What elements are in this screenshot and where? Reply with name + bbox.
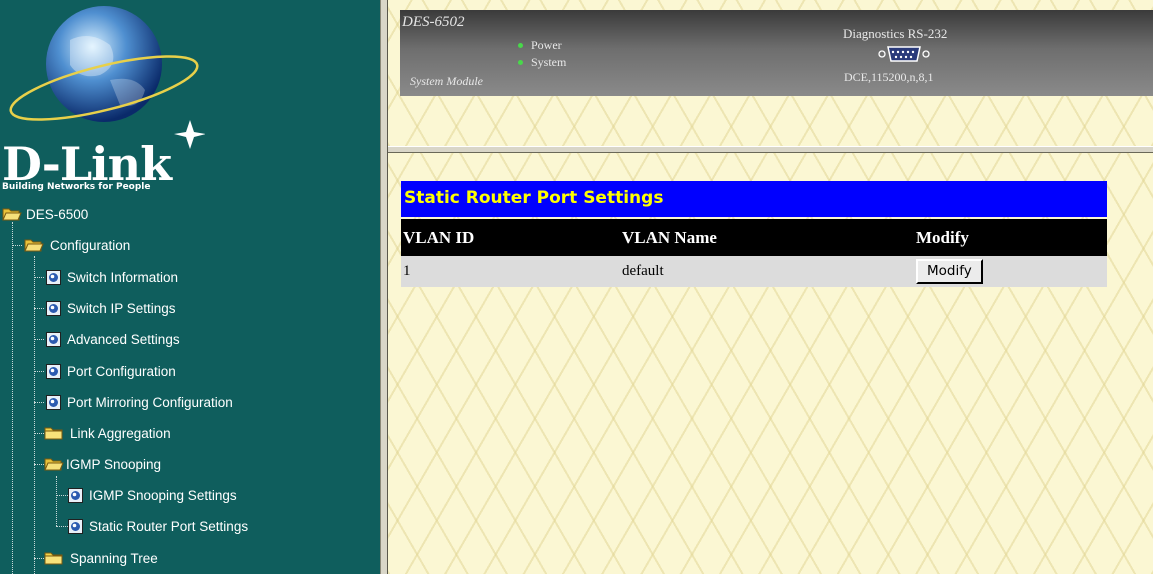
tree-item-igmp-snooping-settings[interactable]: IGMP Snooping Settings	[68, 484, 237, 506]
tree-item-label: Port Configuration	[67, 363, 176, 379]
modify-button[interactable]: Modify	[916, 259, 983, 284]
tree-item-switch-information[interactable]: Switch Information	[46, 266, 178, 288]
folder-closed-icon	[44, 551, 64, 565]
tree-item-label: Spanning Tree	[70, 550, 158, 566]
tree-item-label: Port Mirroring Configuration	[67, 394, 233, 410]
system-led: System	[518, 55, 566, 70]
folder-open-icon	[24, 238, 44, 252]
tree-connector	[34, 339, 44, 340]
tree-item-port-configuration[interactable]: Port Configuration	[46, 360, 176, 382]
led-icon	[518, 60, 523, 65]
logo-wordmark: D-Link	[2, 137, 172, 191]
dlink-logo: D-Link Building Networks for People	[0, 0, 206, 199]
tree-connector	[56, 526, 68, 527]
tree-item-label: Static Router Port Settings	[89, 518, 249, 534]
page-icon	[68, 518, 83, 534]
page-icon	[68, 487, 83, 503]
page-icon	[46, 394, 61, 410]
column-header-vlan-id: VLAN ID	[401, 219, 620, 256]
folder-open-icon	[2, 207, 22, 221]
tree-connector	[34, 277, 44, 278]
tree-connector	[12, 245, 22, 246]
page-icon	[46, 331, 61, 347]
tree-item-label: IGMP Snooping	[66, 456, 162, 472]
page-icon	[46, 363, 61, 379]
logo-tagline: Building Networks for People	[2, 182, 151, 192]
tree-item-spanning-tree[interactable]: Spanning Tree	[44, 547, 158, 569]
content-frame: Static Router Port Settings VLAN ID VLAN…	[388, 153, 1153, 574]
tree-connector	[56, 495, 68, 496]
device-model: DES-6502	[402, 14, 465, 30]
cell-vlan-name: default	[620, 256, 914, 287]
system-module-panel: DES-6502 Power System System Module Diag…	[400, 10, 1153, 96]
tree-connector	[56, 476, 57, 526]
device-panel-frame: DES-6502 Power System System Module Diag…	[388, 0, 1153, 146]
tree-item-label: Switch IP Settings	[67, 300, 176, 316]
system-led-label: System	[531, 55, 567, 69]
folder-closed-icon	[44, 426, 64, 440]
tree-item-switch-ip-settings[interactable]: Switch IP Settings	[46, 297, 176, 319]
tree-item-port-mirroring-configuration[interactable]: Port Mirroring Configuration	[46, 391, 233, 413]
tree-connector	[34, 308, 44, 309]
tree-item-label: DES-6500	[26, 206, 89, 222]
tree-item-label: IGMP Snooping Settings	[89, 487, 237, 503]
table-row: 1 default Modify	[401, 256, 1107, 287]
folder-open-icon	[44, 457, 64, 471]
tree-connector	[34, 558, 44, 559]
power-led: Power	[518, 38, 562, 53]
tree-item-des-6500[interactable]: DES-6500	[2, 203, 88, 225]
diagnostics-label: Diagnostics RS-232	[843, 26, 948, 41]
serial-settings: DCE,115200,n,8,1	[844, 70, 934, 84]
page-title: Static Router Port Settings	[401, 181, 1107, 217]
power-led-label: Power	[531, 38, 562, 52]
static-router-port-table: VLAN ID VLAN Name Modify 1 default Modif…	[401, 219, 1107, 287]
column-header-vlan-name: VLAN Name	[620, 219, 914, 256]
rs232-port-icon	[878, 44, 930, 64]
frame-divider-horizontal[interactable]	[388, 146, 1153, 153]
page-icon	[46, 300, 61, 316]
tree-item-label: Link Aggregation	[70, 425, 171, 441]
page-icon	[46, 269, 61, 285]
column-header-modify: Modify	[914, 219, 1107, 256]
tree-item-configuration[interactable]: Configuration	[24, 234, 130, 256]
tree-item-label: Switch Information	[67, 269, 179, 285]
tree-connector	[34, 371, 44, 372]
tree-connector	[34, 464, 44, 465]
tree-connector	[12, 222, 13, 574]
tree-item-label: Configuration	[50, 237, 131, 253]
tree-item-link-aggregation[interactable]: Link Aggregation	[44, 422, 171, 444]
led-icon	[518, 43, 523, 48]
tree-connector	[34, 402, 44, 403]
tree-connector	[34, 433, 44, 434]
table-header-row: VLAN ID VLAN Name Modify	[401, 219, 1107, 256]
tree-item-static-router-port-settings[interactable]: Static Router Port Settings	[68, 515, 248, 537]
module-label: System Module	[410, 74, 483, 88]
cell-vlan-id: 1	[401, 256, 620, 287]
cell-modify: Modify	[914, 256, 1107, 287]
tree-connector	[34, 256, 35, 574]
frame-divider-vertical[interactable]	[380, 0, 388, 574]
tree-item-label: Advanced Settings	[67, 331, 180, 347]
tree-item-igmp-snooping[interactable]: IGMP Snooping	[44, 453, 161, 475]
tree-item-advanced-settings[interactable]: Advanced Settings	[46, 328, 180, 350]
navigation-frame: D-Link Building Networks for People DES-…	[0, 0, 380, 574]
